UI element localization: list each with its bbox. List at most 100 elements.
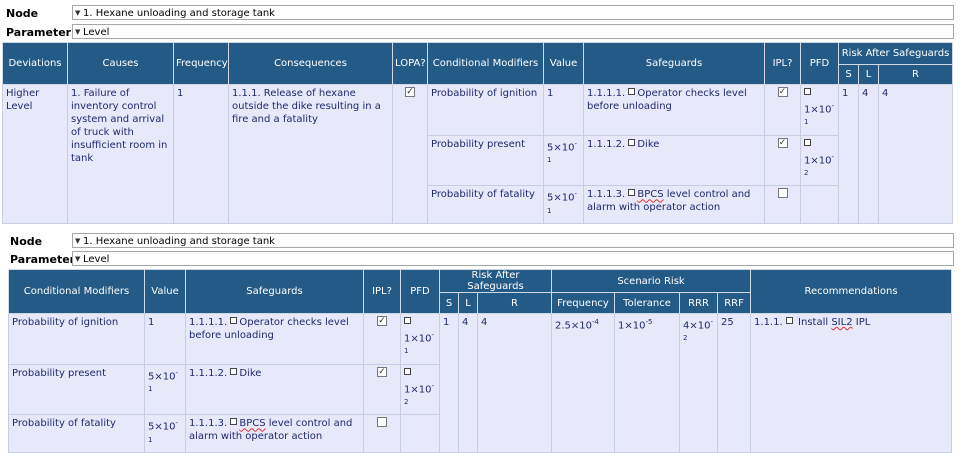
header-tolerance[interactable]: Tolerance [614,292,681,314]
cell-safeguard-3[interactable]: 1.1.1.3. BPCS level control and alarm wi… [185,414,364,453]
ipl-checkbox[interactable] [777,87,788,97]
ipl-checkbox[interactable] [777,137,788,148]
header-deviations[interactable]: Deviations [2,42,68,85]
expand-box-icon[interactable] [230,317,238,324]
cell-safeguard-2[interactable]: 1.1.1.2. Dike [583,134,765,187]
expand-box-icon[interactable] [628,138,636,146]
header-s[interactable]: S [439,292,459,314]
header-recommendations[interactable]: Recommendations [750,269,953,314]
cell-ipl-1[interactable] [764,84,801,136]
parameter-select[interactable]: ▼ Level [72,251,954,266]
expand-box-icon[interactable] [628,88,636,95]
header-conditional-modifiers[interactable]: Conditional Modifiers [8,269,145,314]
header-safeguards[interactable]: Safeguards [583,42,765,85]
cell-risk-l[interactable]: 4 [858,84,879,224]
dropdown-arrow-icon[interactable]: ▼ [75,252,80,267]
header-r[interactable]: R [877,64,954,85]
header-s[interactable]: S [838,64,859,85]
header-r[interactable]: R [476,292,553,314]
expand-box-icon[interactable] [804,88,811,95]
header-causes[interactable]: Causes [67,42,174,85]
cell-ipl-2[interactable] [764,134,801,187]
node-select[interactable]: ▼ 1. Hexane unloading and storage tank [72,233,954,248]
lopa-checkbox[interactable] [405,87,415,97]
cell-modifier-fatality[interactable]: Probability of fatality [427,185,544,224]
header-rrf[interactable]: RRF [717,292,752,314]
dropdown-arrow-icon[interactable]: ▼ [75,25,80,40]
cell-pfd-2[interactable]: 1×10-2 [800,134,839,187]
cell-ipl-2[interactable] [363,363,401,416]
cell-modifier-ignition[interactable]: Probability of ignition [8,313,145,365]
cell-modifier-fatality[interactable]: Probability of fatality [8,414,145,453]
expand-box-icon[interactable] [404,367,411,375]
expand-box-icon[interactable] [785,317,793,324]
cell-scenario-frequency[interactable]: 2.5×10-4 [551,313,616,453]
ipl-checkbox[interactable] [777,188,788,199]
cell-modifier-ignition-value[interactable]: 1 [144,313,186,365]
cell-risk-r[interactable]: 4 [476,313,553,453]
cell-risk-r[interactable]: 4 [877,84,954,224]
expand-box-icon[interactable] [230,418,238,426]
parameter-select[interactable]: ▼ Level [72,24,954,39]
cell-pfd-1[interactable]: 1×10-1 [800,84,839,136]
header-scenario-frequency[interactable]: Frequency [551,292,616,314]
cell-modifier-ignition-value[interactable]: 1 [543,84,584,136]
header-l[interactable]: L [858,64,879,85]
cell-safeguard-1[interactable]: 1.1.1.1. Operator checks level before un… [185,313,364,365]
cell-pfd-1[interactable]: 1×10-1 [400,313,440,365]
cell-modifier-present[interactable]: Probability present [8,363,145,416]
header-ipl[interactable]: IPL? [363,269,401,314]
cell-frequency[interactable]: 1 [173,84,229,224]
cell-ipl-3[interactable] [764,185,801,224]
cell-lopa[interactable] [392,84,428,224]
cell-pfd-3[interactable] [400,414,440,453]
cell-deviation[interactable]: Higher Level [2,84,68,224]
cell-risk-s[interactable]: 1 [439,313,459,453]
header-conditional-modifiers[interactable]: Conditional Modifiers [427,42,544,85]
ipl-checkbox[interactable] [377,316,387,326]
cell-risk-s[interactable]: 1 [838,84,859,224]
cell-modifier-fatality-value[interactable]: 5×10-1 [144,414,186,453]
cell-modifier-fatality-value[interactable]: 5×10-1 [543,185,584,224]
header-scenario-risk[interactable]: Scenario Risk [551,269,752,293]
header-consequences[interactable]: Consequences [228,42,393,85]
dropdown-arrow-icon[interactable]: ▼ [75,234,80,249]
header-ipl[interactable]: IPL? [764,42,801,85]
dropdown-arrow-icon[interactable]: ▼ [75,6,80,21]
cell-modifier-present[interactable]: Probability present [427,134,544,187]
cell-safeguard-2[interactable]: 1.1.1.2. Dike [185,363,364,416]
cell-consequence[interactable]: 1.1.1. Release of hexane outside the dik… [228,84,393,224]
header-safeguards[interactable]: Safeguards [185,269,364,314]
node-select[interactable]: ▼ 1. Hexane unloading and storage tank [72,5,954,20]
header-risk-after-safeguards[interactable]: Risk After Safeguards [837,42,954,65]
cell-ipl-3[interactable] [363,414,401,453]
cell-risk-l[interactable]: 4 [458,313,478,453]
ipl-checkbox[interactable] [377,417,387,428]
cell-rrr[interactable]: 4×10-2 [679,313,719,453]
header-rrr[interactable]: RRR [679,292,719,314]
cell-modifier-ignition[interactable]: Probability of ignition [427,84,544,136]
cell-modifier-present-value[interactable]: 5×10-1 [543,134,584,187]
expand-box-icon[interactable] [404,317,411,324]
cell-recommendation[interactable]: 1.1.1. Install SIL2 IPL [750,313,953,453]
header-value[interactable]: Value [144,269,186,314]
expand-box-icon[interactable] [628,189,636,197]
header-lopa[interactable]: LOPA? [392,42,428,85]
cell-pfd-2[interactable]: 1×10-2 [400,363,440,416]
header-risk-after-safeguards[interactable]: Risk After Safeguards [438,269,553,293]
cell-cause[interactable]: 1. Failure of inventory control system a… [67,84,174,224]
cell-ipl-1[interactable] [363,313,401,365]
cell-safeguard-3[interactable]: 1.1.1.3. BPCS level control and alarm wi… [583,185,765,224]
ipl-checkbox[interactable] [377,366,387,377]
cell-pfd-3[interactable] [800,185,839,224]
header-pfd[interactable]: PFD [800,42,839,85]
header-l[interactable]: L [458,292,478,314]
header-frequency[interactable]: Frequency [173,42,229,85]
cell-rrf[interactable]: 25 [717,313,752,453]
expand-box-icon[interactable] [804,138,811,146]
expand-box-icon[interactable] [230,367,238,375]
cell-safeguard-1[interactable]: 1.1.1.1. Operator checks level before un… [583,84,765,136]
cell-modifier-present-value[interactable]: 5×10-1 [144,363,186,416]
header-value[interactable]: Value [543,42,584,85]
header-pfd[interactable]: PFD [400,269,440,314]
